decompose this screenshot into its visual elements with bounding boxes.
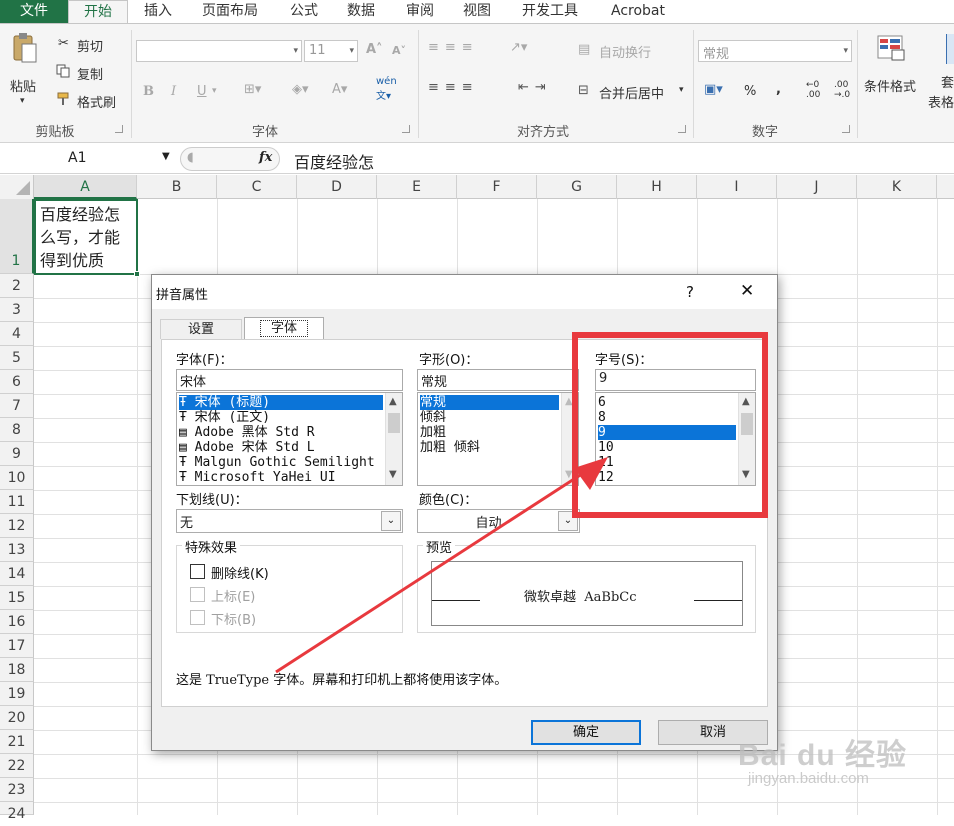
annotation-arrow-icon <box>275 457 608 674</box>
watermark-url: jingyan.baidu.com <box>748 770 869 787</box>
watermark-brand: Bai du 经验 <box>738 739 908 772</box>
